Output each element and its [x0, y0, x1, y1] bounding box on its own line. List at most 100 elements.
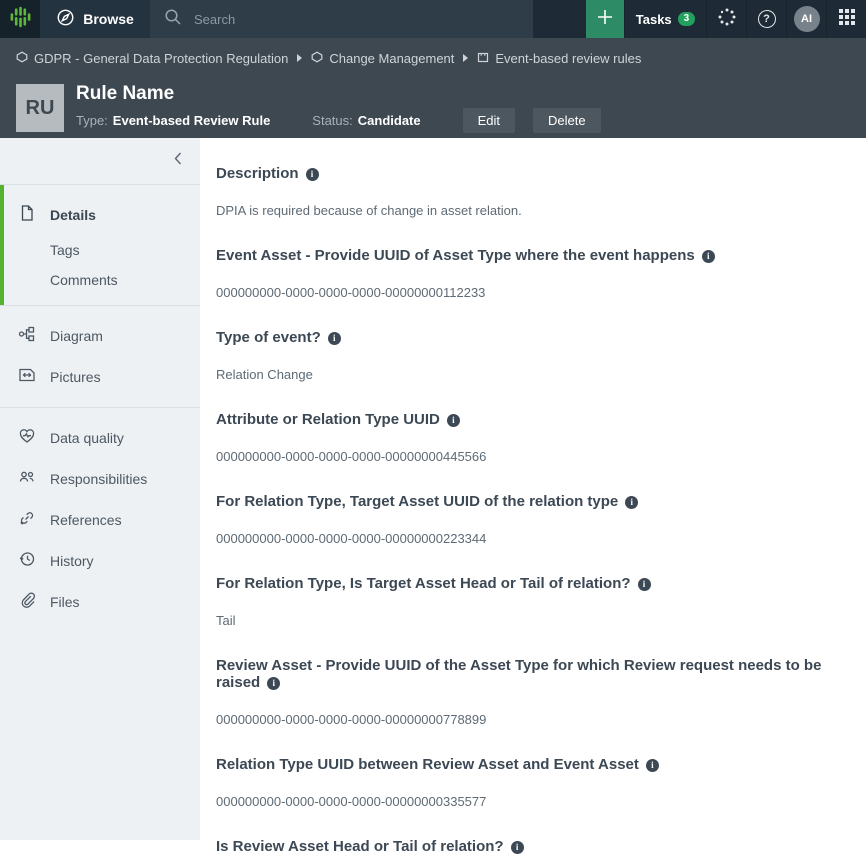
breadcrumb-separator-icon — [297, 54, 302, 62]
field-value: 000000000-0000-0000-0000-00000000778899 — [216, 712, 850, 727]
plus-icon — [596, 8, 614, 31]
top-bar: Browse Tasks 3 ? AI — [0, 0, 866, 38]
sidebar-item-label: References — [50, 512, 122, 528]
info-icon[interactable]: i — [267, 677, 280, 690]
breadcrumb-label: Change Management — [329, 51, 454, 66]
status-badge: Candidate — [358, 113, 421, 128]
activity-spinner-icon — [717, 7, 737, 32]
compass-icon — [56, 8, 75, 30]
domain-icon — [477, 51, 489, 66]
sidebar-item-files[interactable]: Files — [0, 581, 200, 622]
app-logo-button[interactable] — [0, 0, 40, 38]
sidebar-group-visuals: Diagram Pictures — [0, 306, 200, 408]
sidebar-item-label: History — [50, 553, 94, 569]
breadcrumb-separator-icon — [463, 54, 468, 62]
edit-button[interactable]: Edit — [463, 108, 515, 133]
global-search[interactable] — [150, 0, 533, 38]
field-heading: For Relation Type, Is Target Asset Head … — [216, 575, 850, 592]
sidebar-item-label: Comments — [50, 272, 118, 288]
help-icon: ? — [758, 10, 776, 28]
field-heading: Is Review Asset Head or Tail of relation… — [216, 838, 850, 855]
breadcrumb-label: Event-based review rules — [495, 51, 641, 66]
pictures-icon — [18, 366, 36, 387]
sidebar-item-label: Data quality — [50, 430, 124, 446]
active-tab-indicator — [0, 185, 4, 305]
help-button[interactable]: ? — [746, 0, 786, 38]
type-value: Event-based Review Rule — [113, 113, 271, 128]
delete-button[interactable]: Delete — [533, 108, 601, 133]
details-panel: Descriptioni DPIA is required because of… — [200, 138, 866, 857]
field-value: 000000000-0000-0000-0000-00000000223344 — [216, 531, 850, 546]
document-icon — [18, 204, 36, 225]
history-icon — [18, 550, 36, 571]
breadcrumb-item-domain[interactable]: Event-based review rules — [477, 51, 641, 66]
info-icon[interactable]: i — [638, 578, 651, 591]
field-heading: Type of event?i — [216, 329, 850, 346]
community-icon — [16, 51, 28, 66]
info-icon[interactable]: i — [702, 250, 715, 263]
sidebar-item-details[interactable]: Details — [0, 194, 200, 235]
references-icon — [18, 509, 36, 530]
field-event-asset-uuid: Event Asset - Provide UUID of Asset Type… — [216, 247, 850, 300]
field-heading: Relation Type UUID between Review Asset … — [216, 756, 850, 773]
breadcrumb-item-subcommunity[interactable]: Change Management — [311, 51, 454, 66]
browse-button[interactable]: Browse — [40, 0, 150, 38]
info-icon[interactable]: i — [511, 841, 524, 854]
search-input[interactable] — [194, 12, 519, 27]
sidebar-item-comments[interactable]: Comments — [0, 265, 200, 295]
tasks-count-badge: 3 — [678, 12, 696, 26]
sidebar-item-responsibilities[interactable]: Responsibilities — [0, 458, 200, 499]
info-icon[interactable]: i — [306, 168, 319, 181]
sidebar-item-label: Diagram — [50, 328, 103, 344]
field-target-head-or-tail: For Relation Type, Is Target Asset Head … — [216, 575, 850, 628]
tasks-button[interactable]: Tasks 3 — [624, 0, 706, 38]
sidebar-item-label: Responsibilities — [50, 471, 147, 487]
sidebar-item-history[interactable]: History — [0, 540, 200, 581]
type-label: Type: — [76, 113, 108, 128]
user-menu-button[interactable]: AI — [786, 0, 826, 38]
sidebar-item-pictures[interactable]: Pictures — [0, 356, 200, 397]
info-icon[interactable]: i — [328, 332, 341, 345]
field-value: Relation Change — [216, 367, 850, 382]
apps-menu-button[interactable] — [826, 0, 866, 38]
field-value: Tail — [216, 613, 850, 628]
sidebar-item-label: Tags — [50, 242, 80, 258]
sidebar-collapse-row — [0, 138, 200, 185]
sidebar-item-data-quality[interactable]: Data quality — [0, 417, 200, 458]
field-heading: Event Asset - Provide UUID of Asset Type… — [216, 247, 850, 264]
field-value: DPIA is required because of change in as… — [216, 203, 850, 218]
info-icon[interactable]: i — [625, 496, 638, 509]
field-heading: Review Asset - Provide UUID of the Asset… — [216, 657, 850, 691]
activities-button[interactable] — [706, 0, 746, 38]
responsibilities-icon — [18, 468, 36, 489]
field-review-head-or-tail: Is Review Asset Head or Tail of relation… — [216, 838, 850, 857]
field-type-of-event: Type of event?i Relation Change — [216, 329, 850, 382]
asset-avatar: RU — [16, 84, 64, 132]
create-button[interactable] — [586, 0, 624, 38]
files-icon — [18, 591, 36, 612]
field-value: 000000000-0000-0000-0000-00000000112233 — [216, 285, 850, 300]
info-icon[interactable]: i — [447, 414, 460, 427]
sidebar-item-tags[interactable]: Tags — [0, 235, 200, 265]
community-icon — [311, 51, 323, 66]
user-avatar: AI — [794, 6, 820, 32]
collapse-sidebar-button[interactable] — [174, 152, 182, 170]
diagram-icon — [18, 325, 36, 346]
data-quality-icon — [18, 427, 36, 448]
field-heading: For Relation Type, Target Asset UUID of … — [216, 493, 850, 510]
breadcrumb: GDPR - General Data Protection Regulatio… — [0, 38, 866, 78]
status-label: Status: — [312, 113, 352, 128]
field-heading: Descriptioni — [216, 165, 850, 182]
browse-label: Browse — [83, 11, 134, 27]
page-title: Rule Name — [76, 84, 601, 103]
topbar-spacer — [533, 0, 586, 38]
sidebar-item-references[interactable]: References — [0, 499, 200, 540]
info-icon[interactable]: i — [646, 759, 659, 772]
field-heading: Attribute or Relation Type UUIDi — [216, 411, 850, 428]
breadcrumb-item-community[interactable]: GDPR - General Data Protection Regulatio… — [16, 51, 288, 66]
asset-header: RU Rule Name Type: Event-based Review Ru… — [0, 78, 866, 138]
sidebar: Details Tags Comments Diagram — [0, 138, 200, 840]
sidebar-item-label: Details — [50, 207, 96, 223]
field-value: 000000000-0000-0000-0000-00000000445566 — [216, 449, 850, 464]
sidebar-item-diagram[interactable]: Diagram — [0, 315, 200, 356]
